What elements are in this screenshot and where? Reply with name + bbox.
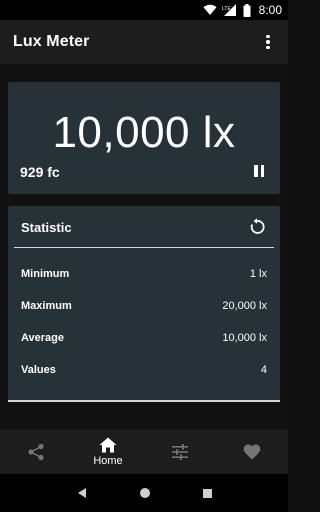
footcandle-reading: 929 fc (20, 164, 60, 180)
stat-row-values: Values 4 (21, 360, 267, 380)
app-bar: Lux Meter (0, 20, 288, 64)
bottom-navigation: Home (0, 430, 288, 474)
heart-icon (243, 444, 261, 460)
main-content: 10,000 lx 929 fc Statistic Minimum 1 lx (0, 64, 288, 430)
battery-icon (243, 3, 251, 17)
nav-settings[interactable] (144, 430, 216, 474)
stat-value: 20,000 lx (222, 300, 267, 312)
reset-button[interactable] (248, 218, 266, 236)
overflow-dot (266, 45, 270, 50)
signal-icon: LTE (222, 4, 238, 16)
reset-icon (250, 218, 265, 234)
pause-button[interactable] (252, 165, 266, 179)
system-navigation-bar (0, 474, 288, 512)
tune-icon (172, 444, 188, 460)
stat-label: Values (21, 364, 56, 376)
overflow-dot (266, 34, 270, 39)
stat-row-average: Average 10,000 lx (21, 328, 267, 348)
stat-value: 4 (260, 364, 267, 376)
screen: LTE 8:00 Lux Meter 10,000 lx 929 fc Stat… (0, 0, 288, 512)
statistic-title: Statistic (21, 219, 72, 235)
back-icon[interactable] (76, 487, 88, 499)
lux-reading: 10,000 lx (52, 108, 236, 157)
stat-value: 1 lx (249, 268, 267, 280)
stat-label: Minimum (21, 268, 70, 280)
stat-row-maximum: Maximum 20,000 lx (21, 296, 267, 316)
pause-bar (254, 165, 258, 177)
statistic-divider (14, 247, 274, 248)
pause-bar (260, 165, 264, 177)
wifi-icon (203, 4, 217, 16)
statistic-header: Statistic (8, 206, 280, 248)
stat-row-minimum: Minimum 1 lx (21, 264, 267, 284)
home-icon (99, 437, 117, 453)
overflow-menu-button[interactable] (258, 32, 278, 52)
app-title: Lux Meter (13, 33, 90, 50)
stat-label: Maximum (21, 300, 72, 312)
status-bar: LTE 8:00 (0, 0, 288, 20)
nav-home[interactable]: Home (72, 430, 144, 474)
recents-icon[interactable] (202, 488, 213, 499)
statistic-bottom-line (8, 400, 280, 402)
nav-home-label: Home (93, 455, 123, 467)
network-type: LTE (222, 6, 231, 12)
home-circle-icon[interactable] (139, 487, 151, 499)
share-icon (28, 443, 44, 461)
stat-value: 10,000 lx (222, 332, 267, 344)
nav-favorite[interactable] (216, 430, 288, 474)
measurement-card: 10,000 lx 929 fc (8, 82, 280, 194)
stat-label: Average (21, 332, 65, 344)
nav-share[interactable] (0, 430, 72, 474)
statistic-card: Statistic Minimum 1 lx Maximum 20,000 lx… (8, 206, 280, 402)
status-time: 8:00 (258, 3, 282, 17)
overflow-dot (266, 40, 270, 44)
